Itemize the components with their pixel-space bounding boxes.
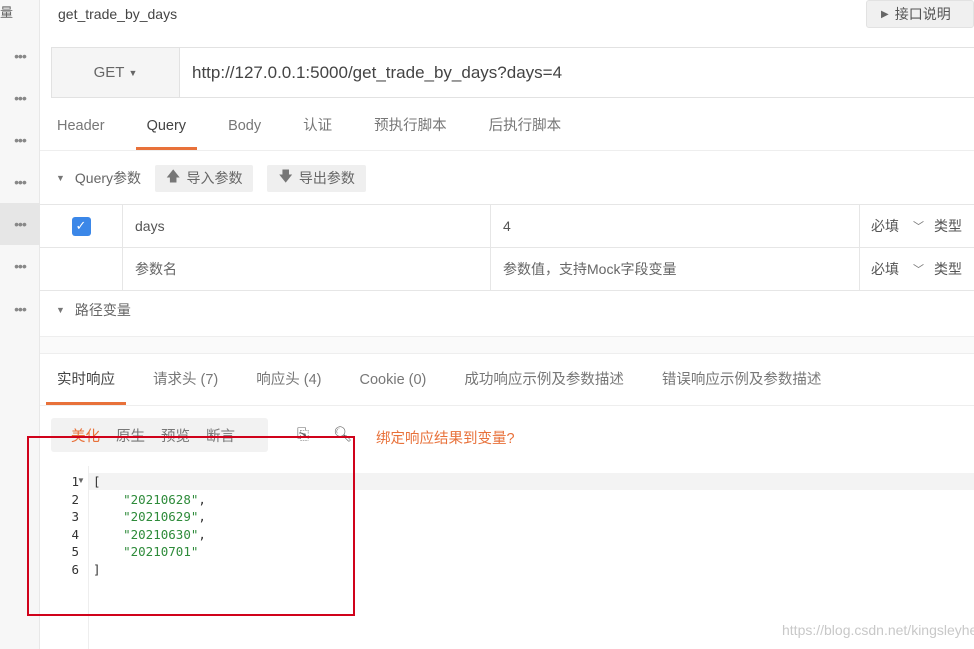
request-tabs: Header Query Body 认证 预执行脚本 后执行脚本: [40, 104, 974, 151]
import-params-label: 导入参数: [186, 170, 243, 186]
tab-header[interactable]: Header: [46, 104, 116, 150]
param-type-label[interactable]: 类型: [934, 259, 962, 279]
export-params-button[interactable]: 🡇 导出参数: [267, 164, 366, 192]
param-name-placeholder[interactable]: 参数名: [123, 248, 491, 290]
more-icon[interactable]: •••: [0, 161, 40, 203]
bind-response-link[interactable]: 绑定响应结果到变量?: [376, 427, 515, 448]
path-vars-toggle[interactable]: ▼ 路径变量: [56, 300, 131, 320]
tab-body[interactable]: Body: [217, 104, 272, 150]
section-divider: [40, 336, 974, 354]
param-enable-cell: ✓: [40, 205, 123, 247]
more-icon[interactable]: •••: [0, 119, 40, 161]
tab-error-example[interactable]: 错误响应示例及参数描述: [651, 355, 833, 405]
method-select[interactable]: GET ▼: [52, 48, 180, 97]
param-required-cell[interactable]: 必填 ﹀ 类型: [860, 248, 974, 290]
import-params-button[interactable]: 🡅 导入参数: [155, 164, 254, 192]
param-required-label: 必填: [871, 218, 899, 234]
export-params-label: 导出参数: [298, 170, 355, 186]
annotation-highlight-box: [27, 436, 355, 616]
param-type-label[interactable]: 类型: [934, 216, 962, 236]
query-section-toggle[interactable]: ▼ Query参数: [56, 168, 141, 188]
url-bar: GET ▼: [51, 47, 974, 98]
api-doc-label: 接口说明: [894, 6, 951, 22]
caret-down-icon: ▼: [56, 305, 65, 315]
path-vars-label: 路径变量: [74, 302, 131, 318]
chevron-down-icon: ﹀: [913, 264, 924, 276]
tab-response-headers[interactable]: 响应头 (4): [245, 355, 332, 405]
method-label: GET: [93, 64, 125, 81]
tab-post-script[interactable]: 后执行脚本: [478, 104, 573, 150]
api-title: get_trade_by_days: [58, 6, 178, 22]
tab-pre-script[interactable]: 预执行脚本: [363, 104, 458, 150]
table-row: 参数名 参数值，支持Mock字段变量 必填 ﹀ 类型: [40, 248, 974, 291]
more-icon[interactable]: •••: [0, 245, 40, 287]
tab-success-example[interactable]: 成功响应示例及参数描述: [453, 355, 635, 405]
param-value-cell[interactable]: 4: [491, 205, 860, 247]
param-value-placeholder[interactable]: 参数值，支持Mock字段变量: [491, 248, 860, 290]
more-icon[interactable]: •••: [0, 203, 40, 245]
param-enable-checkbox[interactable]: ✓: [71, 216, 91, 236]
rail-top-label: 量: [0, 5, 14, 20]
param-required-cell[interactable]: 必填 ﹀ 类型: [860, 205, 974, 247]
tab-auth[interactable]: 认证: [292, 104, 343, 150]
url-input[interactable]: [180, 48, 974, 97]
tab-cookie[interactable]: Cookie (0): [349, 355, 438, 405]
more-icon[interactable]: •••: [0, 288, 40, 330]
watermark: https://blog.csdn.net/kingsleyhe: [782, 622, 974, 638]
api-doc-button[interactable]: ▶ 接口说明: [866, 0, 974, 28]
chevron-down-icon: ﹀: [913, 221, 924, 233]
arrow-up-icon: 🡅: [166, 168, 181, 184]
more-icon[interactable]: •••: [0, 77, 40, 119]
caret-down-icon: ▼: [128, 67, 138, 78]
tab-request-headers[interactable]: 请求头 (7): [142, 355, 229, 405]
param-enable-cell: [40, 248, 123, 290]
param-name-cell[interactable]: days: [123, 205, 491, 247]
table-row: ✓ days 4 必填 ﹀ 类型: [40, 205, 974, 248]
param-required-label: 必填: [871, 261, 899, 277]
query-params-table: ✓ days 4 必填 ﹀ 类型 参数名 参数值，支持Mock字段变量 必填 ﹀…: [40, 204, 974, 291]
query-section-label: Query参数: [74, 170, 142, 186]
more-icon[interactable]: •••: [0, 35, 40, 77]
caret-down-icon: ▼: [56, 173, 65, 183]
response-tabs: 实时响应 请求头 (7) 响应头 (4) Cookie (0) 成功响应示例及参…: [40, 355, 974, 406]
arrow-down-icon: 🡇: [278, 168, 293, 184]
tab-live-response[interactable]: 实时响应: [46, 355, 126, 405]
tab-query[interactable]: Query: [135, 104, 198, 150]
caret-right-icon: ▶: [881, 8, 889, 20]
query-section-header: ▼ Query参数 🡅 导入参数 🡇 导出参数: [40, 152, 974, 204]
